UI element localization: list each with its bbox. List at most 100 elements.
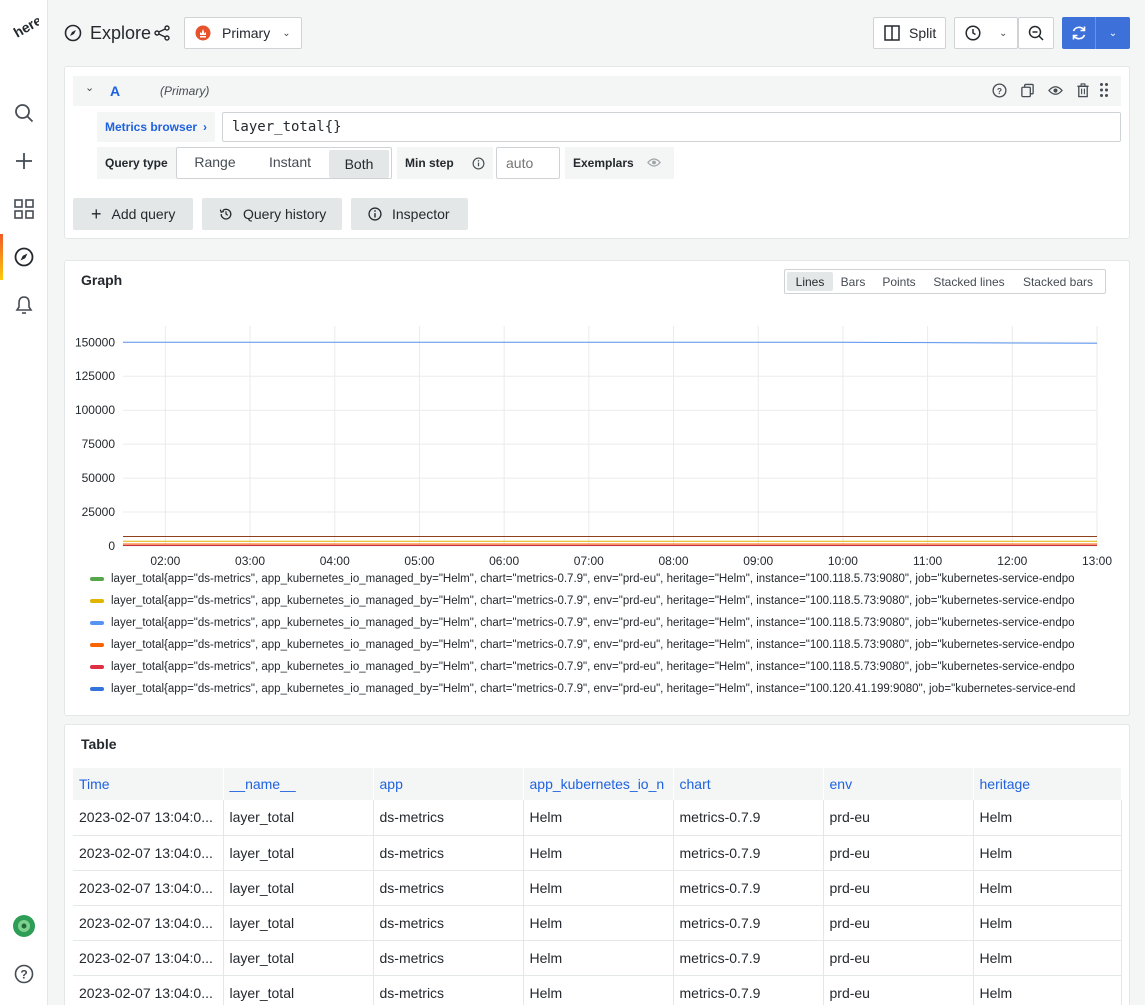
x-tick-label: 09:00 xyxy=(743,554,773,568)
chevron-down-icon[interactable]: ⌄ xyxy=(1096,17,1130,49)
table-cell: layer_total xyxy=(223,940,374,976)
eye-icon[interactable] xyxy=(1048,84,1063,97)
legend-label: layer_total{app="ds-metrics", app_kubern… xyxy=(111,661,1075,673)
datasource-name: Primary xyxy=(222,25,271,41)
share-icon[interactable] xyxy=(154,25,170,41)
table-cell: metrics-0.7.9 xyxy=(673,835,824,871)
metrics-browser-button[interactable]: Metrics browser › xyxy=(97,112,216,142)
min-step-label-box: Min step xyxy=(397,147,493,179)
metrics-browser-label: Metrics browser xyxy=(105,120,198,134)
query-type-instant[interactable]: Instant xyxy=(253,148,327,176)
table-cell: ds-metrics xyxy=(373,800,524,836)
run-query-button[interactable]: ⌄ xyxy=(1062,17,1130,49)
table-cell: 2023-02-07 13:04:0... xyxy=(73,905,224,941)
x-tick-label: 05:00 xyxy=(404,554,434,568)
refresh-icon[interactable] xyxy=(1062,17,1096,49)
datasource-picker[interactable]: Primary ⌄ xyxy=(184,17,302,49)
time-series-chart[interactable]: 0 25000 50000 75000 100000 125000 150000 02:00 0… xyxy=(65,261,1130,571)
table-cell: Helm xyxy=(973,835,1122,871)
time-picker-button[interactable]: ⌄ xyxy=(954,17,1018,49)
table-row[interactable]: 2023-02-07 13:04:0... layer_total ds-metri… xyxy=(73,835,1122,871)
legend-swatch xyxy=(90,643,104,647)
y-tick-label: 75000 xyxy=(82,437,116,451)
query-type-radio-group: Range Instant Both xyxy=(176,147,392,179)
collapse-icon[interactable]: ⌄ xyxy=(85,81,94,94)
table-cell: Helm xyxy=(523,905,674,941)
column-header[interactable]: Time xyxy=(73,768,224,800)
prometheus-icon xyxy=(195,25,211,41)
split-button[interactable]: Split xyxy=(873,17,946,49)
create-icon[interactable] xyxy=(0,141,48,181)
svg-text:here: here xyxy=(11,12,39,41)
column-header[interactable]: env xyxy=(823,768,974,800)
legend-item[interactable]: layer_total{app="ds-metrics", app_kubern… xyxy=(90,590,1122,612)
column-header[interactable]: app_kubernetes_io_n xyxy=(523,768,674,800)
query-datasource-hint: (Primary) xyxy=(160,84,210,98)
drag-handle-icon[interactable] xyxy=(1099,82,1109,98)
svg-text:?: ? xyxy=(20,968,27,982)
query-ref-id[interactable]: A xyxy=(110,83,120,99)
inspector-button[interactable]: Inspector xyxy=(351,198,468,230)
help-icon[interactable]: ? xyxy=(992,83,1007,98)
column-header[interactable]: __name__ xyxy=(223,768,374,800)
column-header[interactable]: heritage xyxy=(973,768,1122,800)
table-cell: layer_total xyxy=(223,905,374,941)
alerting-icon[interactable] xyxy=(0,285,48,325)
help-icon[interactable]: ? xyxy=(0,954,48,994)
duplicate-icon[interactable] xyxy=(1020,83,1035,98)
info-icon[interactable] xyxy=(472,157,485,170)
min-step-input[interactable] xyxy=(496,147,560,179)
avatar[interactable] xyxy=(0,906,48,946)
table-cell: layer_total xyxy=(223,975,374,1005)
logo[interactable]: here xyxy=(0,4,48,48)
search-icon[interactable] xyxy=(0,93,48,133)
min-step-label: Min step xyxy=(405,156,454,170)
legend-swatch xyxy=(90,665,104,669)
trash-icon[interactable] xyxy=(1076,83,1090,98)
table-row[interactable]: 2023-02-07 13:04:0... layer_total ds-metri… xyxy=(73,870,1122,906)
x-tick-label: 04:00 xyxy=(320,554,350,568)
add-query-button[interactable]: + Add query xyxy=(73,198,193,230)
legend-label: layer_total{app="ds-metrics", app_kubern… xyxy=(111,595,1075,607)
table-header-row: Time __name__ app app_kubernetes_io_n chart e… xyxy=(73,768,1122,800)
table-row[interactable]: 2023-02-07 13:04:0... layer_total ds-metri… xyxy=(73,905,1122,941)
graph-panel: Graph Lines Bars Points Stacked lines St… xyxy=(64,260,1130,716)
legend-swatch xyxy=(90,577,104,581)
query-input[interactable]: layer_total{} xyxy=(222,112,1121,142)
query-history-label: Query history xyxy=(243,206,327,222)
table-cell: Helm xyxy=(523,940,674,976)
table-cell: ds-metrics xyxy=(373,905,524,941)
x-tick-label: 08:00 xyxy=(659,554,689,568)
legend-label: layer_total{app="ds-metrics", app_kubern… xyxy=(111,617,1075,629)
table-cell: 2023-02-07 13:04:0... xyxy=(73,975,224,1005)
sidebar: here ? xyxy=(0,0,48,1005)
legend-item[interactable]: layer_total{app="ds-metrics", app_kubern… xyxy=(90,634,1122,656)
legend-item[interactable]: layer_total{app="ds-metrics", app_kubern… xyxy=(90,612,1122,634)
explore-icon[interactable] xyxy=(0,237,48,277)
column-header[interactable]: chart xyxy=(673,768,824,800)
clock-icon xyxy=(965,25,981,41)
column-header[interactable]: app xyxy=(373,768,524,800)
query-type-both[interactable]: Both xyxy=(329,150,389,178)
table-cell: 2023-02-07 13:04:0... xyxy=(73,800,224,836)
dashboards-icon[interactable] xyxy=(0,189,48,229)
y-tick-label: 25000 xyxy=(82,505,116,519)
legend-item[interactable]: layer_total{app="ds-metrics", app_kubern… xyxy=(90,568,1122,590)
table-cell: metrics-0.7.9 xyxy=(673,800,824,836)
table-row[interactable]: 2023-02-07 13:04:0... layer_total ds-metri… xyxy=(73,940,1122,976)
query-type-range[interactable]: Range xyxy=(177,148,253,176)
table-cell: layer_total xyxy=(223,870,374,906)
table-row[interactable]: 2023-02-07 13:04:0... layer_total ds-metri… xyxy=(73,975,1122,1005)
exemplars-toggle[interactable]: Exemplars xyxy=(565,147,674,179)
legend-item[interactable]: layer_total{app="ds-metrics", app_kubern… xyxy=(90,678,1122,700)
table-cell: metrics-0.7.9 xyxy=(673,940,824,976)
x-tick-label: 03:00 xyxy=(235,554,265,568)
table-cell: Helm xyxy=(973,975,1122,1005)
compass-icon xyxy=(64,24,82,42)
zoom-out-button[interactable] xyxy=(1018,17,1054,49)
legend-item[interactable]: layer_total{app="ds-metrics", app_kubern… xyxy=(90,656,1122,678)
chevron-down-icon: ⌄ xyxy=(999,27,1008,39)
query-history-button[interactable]: Query history xyxy=(202,198,342,230)
table-row[interactable]: 2023-02-07 13:04:0... layer_total ds-metri… xyxy=(73,800,1122,836)
y-tick-label: 125000 xyxy=(75,369,115,383)
